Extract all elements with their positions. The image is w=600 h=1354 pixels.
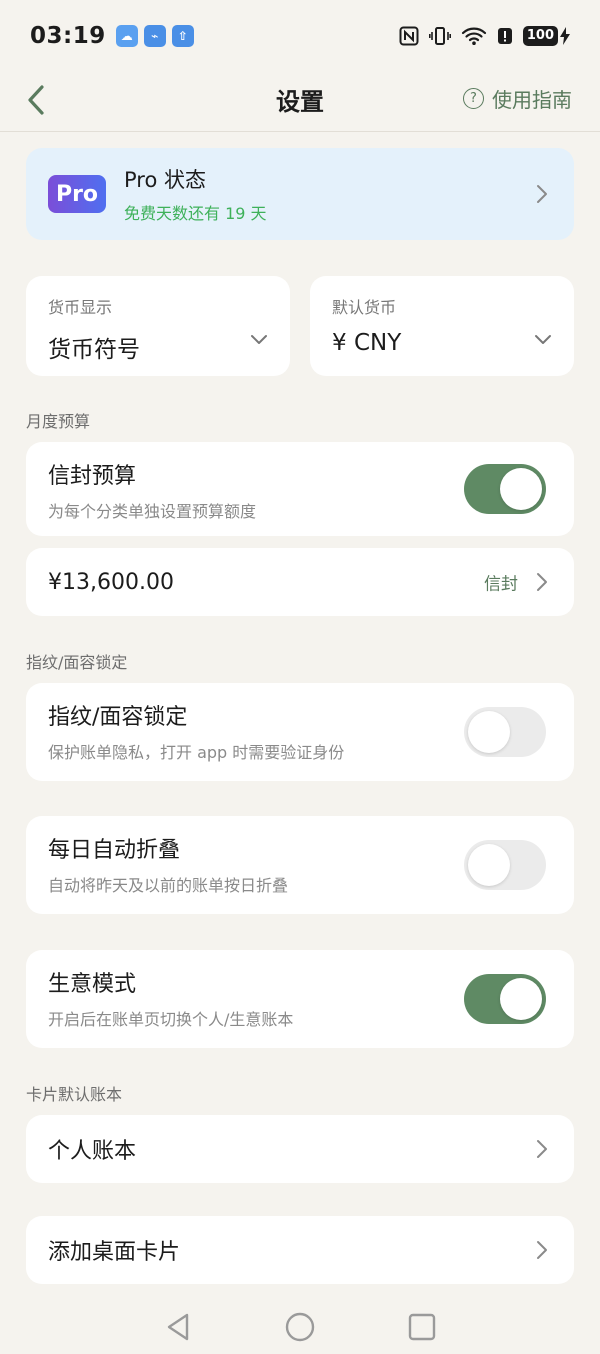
chevron-right-icon [537,185,547,203]
add-home-widget-title: 添加桌面卡片 [48,1240,181,1265]
usb-icon: ⌁ [143,25,166,47]
battery-indicator: 100 [522,26,558,46]
pro-logo: Pro [48,175,106,213]
toggle-knob [500,468,542,510]
card-default-book-row[interactable]: 个人账本 [26,1115,574,1183]
system-back-button[interactable] [158,1307,198,1347]
biometric-lock-row: 指纹/面容锁定 保护账单隐私，打开 app 时需要验证身份 [26,683,574,781]
system-home-button[interactable] [280,1307,320,1347]
currency-display-select[interactable]: 货币显示 货币符号 [26,276,290,376]
chevron-down-icon [535,335,551,344]
chevron-right-icon [537,1140,547,1158]
back-arrow-icon [28,85,44,115]
section-label-monthly-budget: 月度预算 [26,412,91,431]
envelope-budget-toggle[interactable] [464,464,546,514]
section-label-lock: 指纹/面容锁定 [26,653,128,672]
status-system-icons: 100 [399,26,570,46]
status-time: 03:19 [30,23,106,49]
currency-display-value: 货币符号 [48,337,140,363]
auto-fold-row: 每日自动折叠 自动将昨天及以前的账单按日折叠 [26,816,574,914]
pro-status-card[interactable]: Pro Pro 状态 免费天数还有 19 天 [26,148,574,240]
budget-amount: ¥13,600.00 [48,569,174,595]
system-navigation-bar [0,1300,600,1354]
envelope-budget-row: 信封预算 为每个分类单独设置预算额度 [26,442,574,536]
user-guide-link[interactable]: ? 使用指南 [463,84,572,113]
circle-home-icon [285,1312,315,1342]
envelope-link[interactable]: 信封 [484,570,518,595]
biometric-lock-toggle[interactable] [464,707,546,757]
alert-icon [497,28,512,44]
business-mode-toggle[interactable] [464,974,546,1024]
toggle-knob [500,978,542,1020]
toggle-knob [468,711,510,753]
default-currency-label: 默认货币 [332,298,397,317]
nfc-icon [399,26,419,46]
toggle-knob [468,844,510,886]
budget-amount-row[interactable]: ¥13,600.00 信封 [26,548,574,616]
weather-icon: ☁ [115,25,138,47]
triangle-back-icon [167,1313,189,1341]
square-recents-icon [408,1313,436,1341]
chevron-right-icon [537,573,547,591]
default-currency-value: ¥ CNY [332,330,402,356]
default-currency-select[interactable]: 默认货币 ¥ CNY [310,276,574,376]
pro-status-title: Pro 状态 [124,168,206,192]
user-guide-label: 使用指南 [492,88,572,112]
system-recents-button[interactable] [402,1307,442,1347]
upload-icon: ⇧ [171,25,194,47]
auto-fold-toggle[interactable] [464,840,546,890]
business-mode-row: 生意模式 开启后在账单页切换个人/生意账本 [26,950,574,1048]
free-days-text: 免费天数还有 19 天 [124,204,267,223]
status-bar: 03:19 ☁ ⌁ ⇧ 100 [0,0,600,72]
back-button[interactable] [16,78,56,122]
status-notification-icons: ☁ ⌁ ⇧ [115,25,194,47]
card-default-book-value: 个人账本 [48,1139,137,1164]
vibrate-icon [428,27,451,45]
wifi-icon [461,27,486,45]
chevron-down-icon [251,335,267,344]
navigation-bar: 设置 ? 使用指南 [0,72,600,132]
add-home-widget-row[interactable]: 添加桌面卡片 [26,1216,574,1284]
section-label-card-default-book: 卡片默认账本 [26,1085,123,1104]
charging-icon [560,27,570,45]
help-icon: ? [463,88,484,109]
chevron-right-icon [537,1241,547,1259]
currency-display-label: 货币显示 [48,298,113,317]
